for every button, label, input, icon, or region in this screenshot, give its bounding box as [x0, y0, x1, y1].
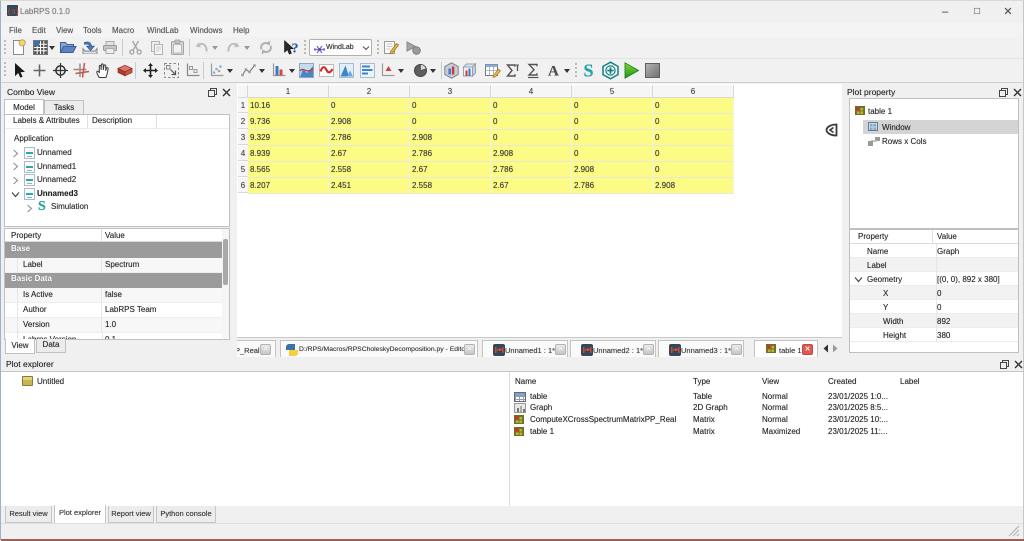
svg-text:A: A: [548, 64, 559, 80]
svg-text:?: ?: [292, 42, 299, 57]
svg-text:S: S: [584, 61, 594, 80]
